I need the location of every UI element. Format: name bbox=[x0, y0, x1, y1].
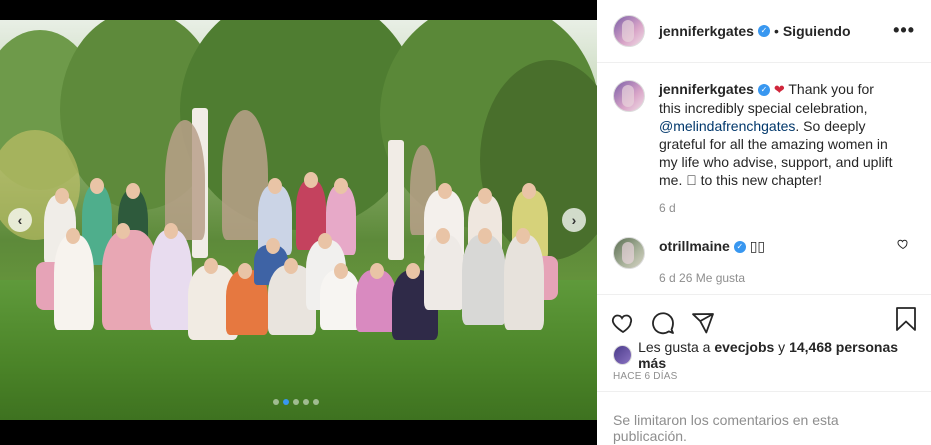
likes-middle: y bbox=[774, 339, 790, 355]
more-options-icon[interactable]: ••• bbox=[893, 20, 915, 41]
comments-disabled-notice: Se limitaron los comentarios en esta pub… bbox=[597, 391, 931, 445]
next-image-button[interactable]: › bbox=[562, 208, 586, 232]
caption-username[interactable]: jenniferkgates bbox=[659, 81, 754, 97]
carousel-dot bbox=[293, 399, 299, 405]
verified-badge-icon: ✓ bbox=[733, 241, 746, 254]
comment-row: otrillmaine ✓ ▯▯ 6 d 26 Me gusta bbox=[613, 237, 915, 287]
post-modal: ‹ › jenniferkgates ✓ • Siguiendo ••• jen… bbox=[0, 0, 931, 445]
action-bar: Les gusta a evecjobs y 14,468 personas m… bbox=[597, 294, 931, 382]
post-side-panel: jenniferkgates ✓ • Siguiendo ••• jennife… bbox=[597, 0, 931, 445]
like-icon[interactable] bbox=[611, 311, 635, 335]
comment-icon[interactable] bbox=[651, 311, 675, 335]
carousel-dot-active bbox=[283, 399, 289, 405]
caption-age: 6 d bbox=[659, 201, 676, 215]
caption: jenniferkgates ✓ ❤ Thank you for this inc… bbox=[613, 80, 915, 217]
carousel-dot bbox=[303, 399, 309, 405]
previous-image-button[interactable]: ‹ bbox=[8, 208, 32, 232]
liker-username[interactable]: evecjobs bbox=[714, 339, 774, 355]
commenter-username[interactable]: otrillmaine bbox=[659, 238, 730, 254]
likes-prefix: Les gusta a bbox=[638, 339, 715, 355]
post-photo bbox=[0, 20, 597, 420]
media-panel: ‹ › bbox=[0, 0, 597, 445]
carousel-dot bbox=[313, 399, 319, 405]
liker-avatar[interactable] bbox=[613, 345, 633, 365]
verified-badge-icon: ✓ bbox=[757, 25, 770, 37]
caption-author-avatar[interactable] bbox=[613, 80, 645, 112]
verified-badge-icon: ✓ bbox=[757, 84, 770, 97]
carousel-dot bbox=[273, 399, 279, 405]
separator: • bbox=[773, 23, 779, 39]
comment-like-icon[interactable] bbox=[897, 237, 909, 253]
following-button[interactable]: Siguiendo bbox=[783, 23, 851, 39]
likes-summary: Les gusta a evecjobs y 14,468 personas m… bbox=[597, 339, 931, 371]
carousel-indicator bbox=[273, 399, 319, 405]
comment-meta: 6 d 26 Me gusta bbox=[659, 271, 746, 285]
commenter-avatar[interactable] bbox=[613, 237, 645, 269]
comment-text: ▯▯ bbox=[749, 238, 766, 254]
heart-emoji-icon: ❤ bbox=[773, 82, 785, 97]
mention-link[interactable]: @melindafrenchgates bbox=[659, 118, 795, 134]
author-avatar[interactable] bbox=[613, 15, 645, 47]
save-bookmark-icon[interactable] bbox=[895, 307, 917, 336]
post-header: jenniferkgates ✓ • Siguiendo ••• bbox=[597, 0, 931, 63]
author-username[interactable]: jenniferkgates bbox=[659, 23, 754, 39]
comments-section[interactable]: jenniferkgates ✓ ❤ Thank you for this inc… bbox=[597, 64, 931, 294]
share-icon[interactable] bbox=[691, 311, 715, 335]
